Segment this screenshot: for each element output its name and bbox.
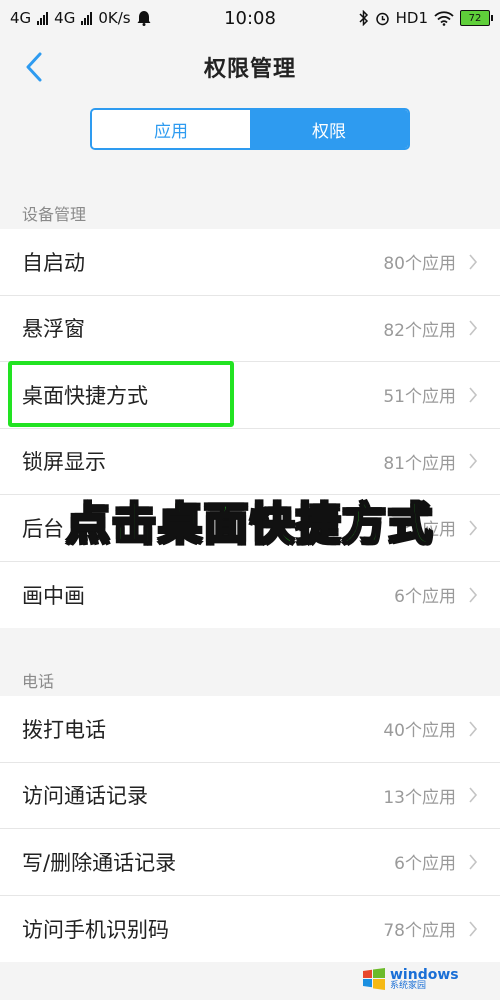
- list-item-read-call-log[interactable]: 访问通话记录 13个应用: [0, 763, 500, 829]
- list-item-count: 6个应用: [394, 587, 456, 608]
- back-arrow-icon[interactable]: [22, 50, 48, 84]
- windows-logo-icon: [363, 968, 385, 990]
- list-item-write-call-log[interactable]: 写/删除通话记录 6个应用: [0, 829, 500, 896]
- list-item-label: 访问手机识别码: [22, 917, 169, 942]
- list-item-count: 51个应用: [383, 387, 456, 408]
- list-item-label: 拨打电话: [22, 717, 106, 742]
- battery-level: 72: [468, 12, 482, 24]
- list-item-label: 桌面快捷方式: [22, 383, 148, 408]
- list-item-lockscreen-display[interactable]: 锁屏显示 81个应用: [0, 429, 500, 495]
- network-type-1: 4G: [10, 9, 32, 27]
- status-right: HD1 72: [359, 9, 493, 27]
- list-item-picture-in-picture[interactable]: 画中画 6个应用: [0, 562, 500, 629]
- status-left: 4G 4G 0K/s: [10, 9, 151, 27]
- list-item-label: 悬浮窗: [22, 317, 85, 342]
- list-item-label: 写/删除通话记录: [22, 850, 177, 875]
- list-item-label: 后台: [22, 516, 64, 541]
- list-item-desktop-shortcut[interactable]: 桌面快捷方式 51个应用: [0, 362, 500, 429]
- list-item-count: 个应用: [405, 520, 456, 541]
- bluetooth-icon: [359, 10, 368, 26]
- tab-permissions[interactable]: 权限: [250, 110, 408, 148]
- list-item-label: 锁屏显示: [22, 450, 106, 475]
- chevron-right-icon: [469, 387, 478, 403]
- signal-icon: [37, 11, 49, 25]
- list-item-label: 自启动: [22, 250, 85, 275]
- tab-apps[interactable]: 应用: [92, 110, 250, 148]
- list-item-count: 40个应用: [383, 721, 456, 742]
- list-item-count: 80个应用: [383, 254, 456, 275]
- list-item-floating-window[interactable]: 悬浮窗 82个应用: [0, 296, 500, 362]
- status-bar: 4G 4G 0K/s 10:08 HD1 72: [0, 0, 500, 36]
- watermark-subtext: 系统家园: [390, 980, 427, 991]
- section-header-phone: 电话: [22, 672, 55, 691]
- wifi-icon: [434, 10, 454, 26]
- list-item-count: 6个应用: [394, 854, 456, 875]
- list-item-count: 81个应用: [383, 453, 456, 474]
- list-item-autostart[interactable]: 自启动 80个应用: [0, 229, 500, 296]
- segmented-control: 应用 权限: [90, 108, 410, 150]
- list-item-label: 访问通话记录: [22, 784, 148, 809]
- signal-icon-2: [81, 11, 93, 25]
- nav-bar: 权限管理: [0, 36, 500, 98]
- chevron-right-icon: [469, 453, 478, 469]
- device-management-list: 自启动 80个应用 悬浮窗 82个应用 桌面快捷方式 51个应用 锁屏显示 81…: [0, 229, 500, 628]
- chevron-right-icon: [469, 320, 478, 336]
- page-title: 权限管理: [203, 57, 296, 82]
- list-item-background[interactable]: 后台 个应用: [0, 495, 500, 562]
- network-speed: 0K/s: [98, 9, 131, 27]
- chevron-right-icon: [469, 254, 478, 270]
- chevron-right-icon: [469, 520, 478, 536]
- alarm-icon: [375, 12, 389, 25]
- list-item-read-device-id[interactable]: 访问手机识别码 78个应用: [0, 896, 500, 963]
- phone-permissions-list: 拨打电话 40个应用 访问通话记录 13个应用 写/删除通话记录 6个应用 访问…: [0, 696, 500, 962]
- list-item-count: 82个应用: [383, 320, 456, 341]
- watermark-text: windows: [390, 966, 459, 983]
- chevron-right-icon: [469, 587, 478, 603]
- watermark: windows 系统家园: [362, 962, 496, 996]
- chevron-right-icon: [469, 721, 478, 737]
- list-item-count: 13个应用: [383, 787, 456, 808]
- list-item-label: 画中画: [22, 583, 85, 608]
- section-header-device: 设备管理: [22, 205, 87, 224]
- battery-icon: 72: [460, 10, 493, 26]
- chevron-right-icon: [469, 921, 478, 937]
- chevron-right-icon: [469, 854, 478, 870]
- notification-icon: [137, 11, 151, 26]
- hd-label: HD1: [395, 9, 428, 27]
- network-type-2: 4G: [54, 9, 76, 27]
- list-item-count: 78个应用: [383, 921, 456, 942]
- chevron-right-icon: [469, 787, 478, 803]
- list-item-make-calls[interactable]: 拨打电话 40个应用: [0, 696, 500, 763]
